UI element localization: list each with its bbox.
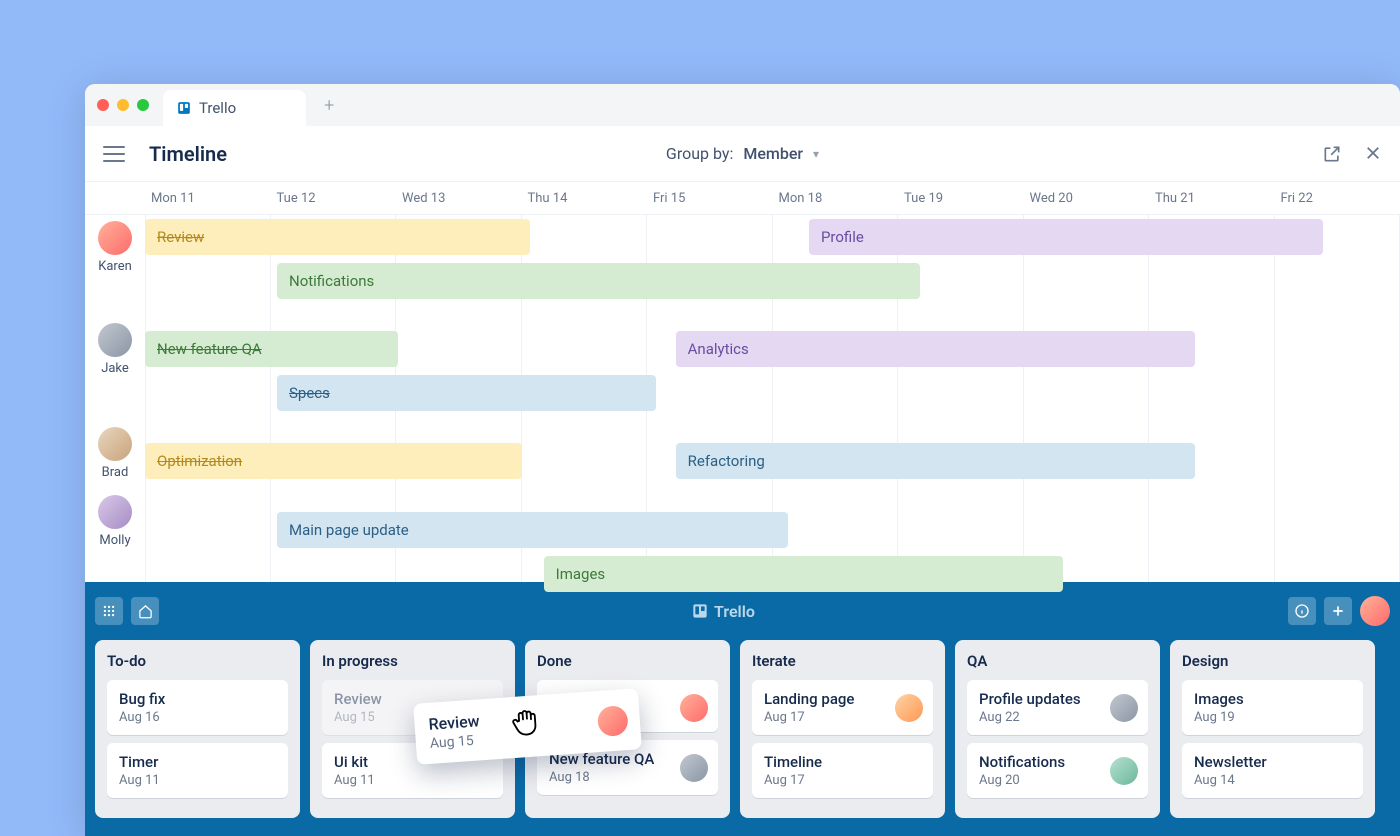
maximize-window-button[interactable]	[137, 99, 149, 111]
tab-title: Trello	[199, 99, 236, 117]
card-date: Aug 16	[119, 710, 276, 725]
browser-tabbar: Trello +	[85, 84, 1400, 126]
list-title: Iterate	[752, 652, 933, 670]
apps-grid-icon[interactable]	[95, 597, 123, 625]
list-title: Done	[537, 652, 718, 670]
board-card[interactable]: Profile updatesAug 22	[967, 680, 1148, 735]
card-title: Bug fix	[119, 690, 276, 708]
card-date: Aug 17	[764, 773, 921, 788]
timeline-member: Karen	[85, 221, 145, 274]
member-avatar	[98, 427, 132, 461]
group-by-selector[interactable]: Group by: Member ▾	[666, 144, 819, 163]
timeline-date: Thu 21	[1149, 182, 1275, 214]
brand-label: Trello	[714, 602, 755, 621]
timeline-bar[interactable]: New feature QA	[145, 331, 398, 367]
user-avatar[interactable]	[1360, 596, 1390, 626]
timeline-date: Thu 14	[522, 182, 648, 214]
app-window: Trello + Timeline Group by: Member ▾ Mon…	[85, 84, 1400, 836]
timeline-member: Brad	[85, 427, 145, 480]
card-title: Timeline	[764, 753, 921, 771]
close-icon[interactable]	[1364, 144, 1382, 162]
board-card[interactable]: Landing pageAug 17	[752, 680, 933, 735]
timeline-date: Mon 11	[145, 182, 271, 214]
card-avatar	[680, 694, 708, 722]
board-list[interactable]: QA Profile updatesAug 22 NotificationsAug …	[955, 640, 1160, 818]
open-external-icon[interactable]	[1322, 144, 1342, 164]
timeline-bar[interactable]: Profile	[809, 219, 1323, 255]
trello-logo-icon	[177, 101, 191, 115]
member-name: Brad	[85, 465, 145, 480]
card-title: Timer	[119, 753, 276, 771]
board-card[interactable]: Timeline Aug 17	[752, 743, 933, 798]
new-tab-button[interactable]: +	[324, 95, 334, 116]
minimize-window-button[interactable]	[117, 99, 129, 111]
close-window-button[interactable]	[97, 99, 109, 111]
board-list[interactable]: Design Images Aug 19 Newsletter Aug 14	[1170, 640, 1375, 818]
window-controls	[97, 99, 149, 111]
timeline-date: Tue 12	[271, 182, 397, 214]
card-title: Newsletter	[1194, 753, 1351, 771]
member-name: Molly	[85, 533, 145, 548]
timeline-date: Tue 19	[898, 182, 1024, 214]
timeline-bar[interactable]: Notifications	[277, 263, 920, 299]
card-date: Aug 14	[1194, 773, 1351, 788]
timeline-member: Molly	[85, 495, 145, 548]
card-date: Aug 19	[1194, 710, 1351, 725]
card-avatar	[1110, 757, 1138, 785]
add-button[interactable]	[1324, 597, 1352, 625]
card-date: Aug 11	[334, 773, 491, 788]
timeline-date: Fri 15	[647, 182, 773, 214]
member-avatar	[98, 323, 132, 357]
list-title: To-do	[107, 652, 288, 670]
timeline-date: Wed 20	[1024, 182, 1150, 214]
menu-icon[interactable]	[103, 146, 125, 162]
trello-board: Trello To-do Bug fix Aug 16 Timer Aug 11 In p…	[85, 582, 1400, 836]
chevron-down-icon: ▾	[813, 147, 819, 161]
timeline-bar[interactable]: Images	[544, 556, 1063, 592]
group-by-label: Group by:	[666, 144, 733, 163]
timeline-bar[interactable]: Analytics	[676, 331, 1195, 367]
board-card[interactable]: Newsletter Aug 14	[1182, 743, 1363, 798]
board-list[interactable]: To-do Bug fix Aug 16 Timer Aug 11	[95, 640, 300, 818]
timeline-bar[interactable]: Refactoring	[676, 443, 1195, 479]
board-card[interactable]: Bug fix Aug 16	[107, 680, 288, 735]
member-name: Karen	[85, 259, 145, 274]
timeline-bar[interactable]: Optimization	[145, 443, 522, 479]
list-title: QA	[967, 652, 1148, 670]
timeline-member: Jake	[85, 323, 145, 376]
card-title: Images	[1194, 690, 1351, 708]
browser-tab[interactable]: Trello	[163, 90, 306, 126]
board-lists: To-do Bug fix Aug 16 Timer Aug 11 In progress…	[95, 640, 1390, 818]
list-title: In progress	[322, 652, 503, 670]
card-avatar	[895, 694, 923, 722]
timeline-bar[interactable]: Main page update	[277, 512, 788, 548]
card-date: Aug 11	[119, 773, 276, 788]
timeline-date: Wed 13	[396, 182, 522, 214]
member-avatar	[98, 221, 132, 255]
timeline-bar[interactable]: Review	[145, 219, 530, 255]
board-card[interactable]: Timer Aug 11	[107, 743, 288, 798]
board-list[interactable]: Iterate Landing pageAug 17 Timeline Aug 17	[740, 640, 945, 818]
list-title: Design	[1182, 652, 1363, 670]
card-avatar	[680, 754, 708, 782]
board-card[interactable]: Images Aug 19	[1182, 680, 1363, 735]
board-brand: Trello	[692, 602, 755, 621]
info-icon[interactable]	[1288, 597, 1316, 625]
timeline-grid: Karen Jake Brad Molly Review Profile Notifica…	[85, 214, 1400, 582]
timeline: Mon 11Tue 12Wed 13Thu 14Fri 15Mon 18Tue …	[85, 182, 1400, 582]
page-title: Timeline	[149, 142, 227, 166]
grab-cursor-icon	[505, 701, 548, 744]
card-avatar	[1110, 694, 1138, 722]
member-avatar	[98, 495, 132, 529]
timeline-date: Fri 22	[1275, 182, 1400, 214]
timeline-date: Mon 18	[773, 182, 899, 214]
group-by-value: Member	[743, 144, 803, 163]
page-header: Timeline Group by: Member ▾	[85, 126, 1400, 182]
board-card[interactable]: NotificationsAug 20	[967, 743, 1148, 798]
timeline-date-header: Mon 11Tue 12Wed 13Thu 14Fri 15Mon 18Tue …	[85, 182, 1400, 214]
trello-logo-icon	[692, 603, 708, 619]
timeline-bar[interactable]: Specs	[277, 375, 656, 411]
member-name: Jake	[85, 361, 145, 376]
home-icon[interactable]	[131, 597, 159, 625]
